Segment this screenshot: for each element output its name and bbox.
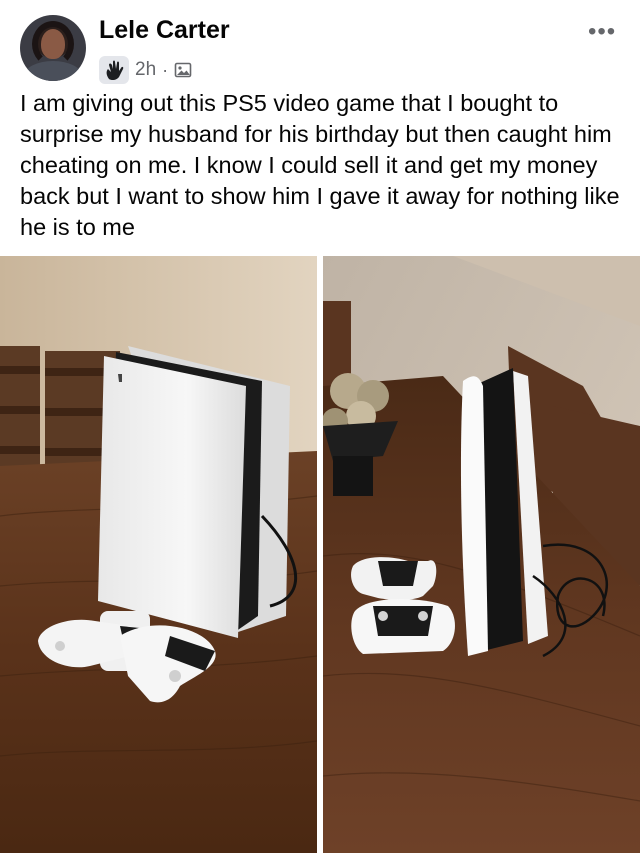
avatar[interactable] — [20, 15, 86, 81]
post-header: Lele Carter 2h · ••• — [0, 0, 640, 88]
more-options-icon[interactable]: ••• — [588, 20, 616, 44]
wave-icon[interactable] — [99, 56, 129, 84]
author-name[interactable]: Lele Carter — [99, 16, 230, 45]
post-time[interactable]: 2h — [135, 59, 156, 81]
post-photo-left[interactable] — [0, 256, 317, 853]
post-photo-right[interactable] — [323, 256, 640, 853]
meta-separator: · — [162, 59, 169, 80]
post-text: I am giving out this PS5 video game that… — [20, 90, 620, 240]
post-meta: 2h · — [99, 55, 192, 85]
photo-icon — [174, 62, 192, 78]
